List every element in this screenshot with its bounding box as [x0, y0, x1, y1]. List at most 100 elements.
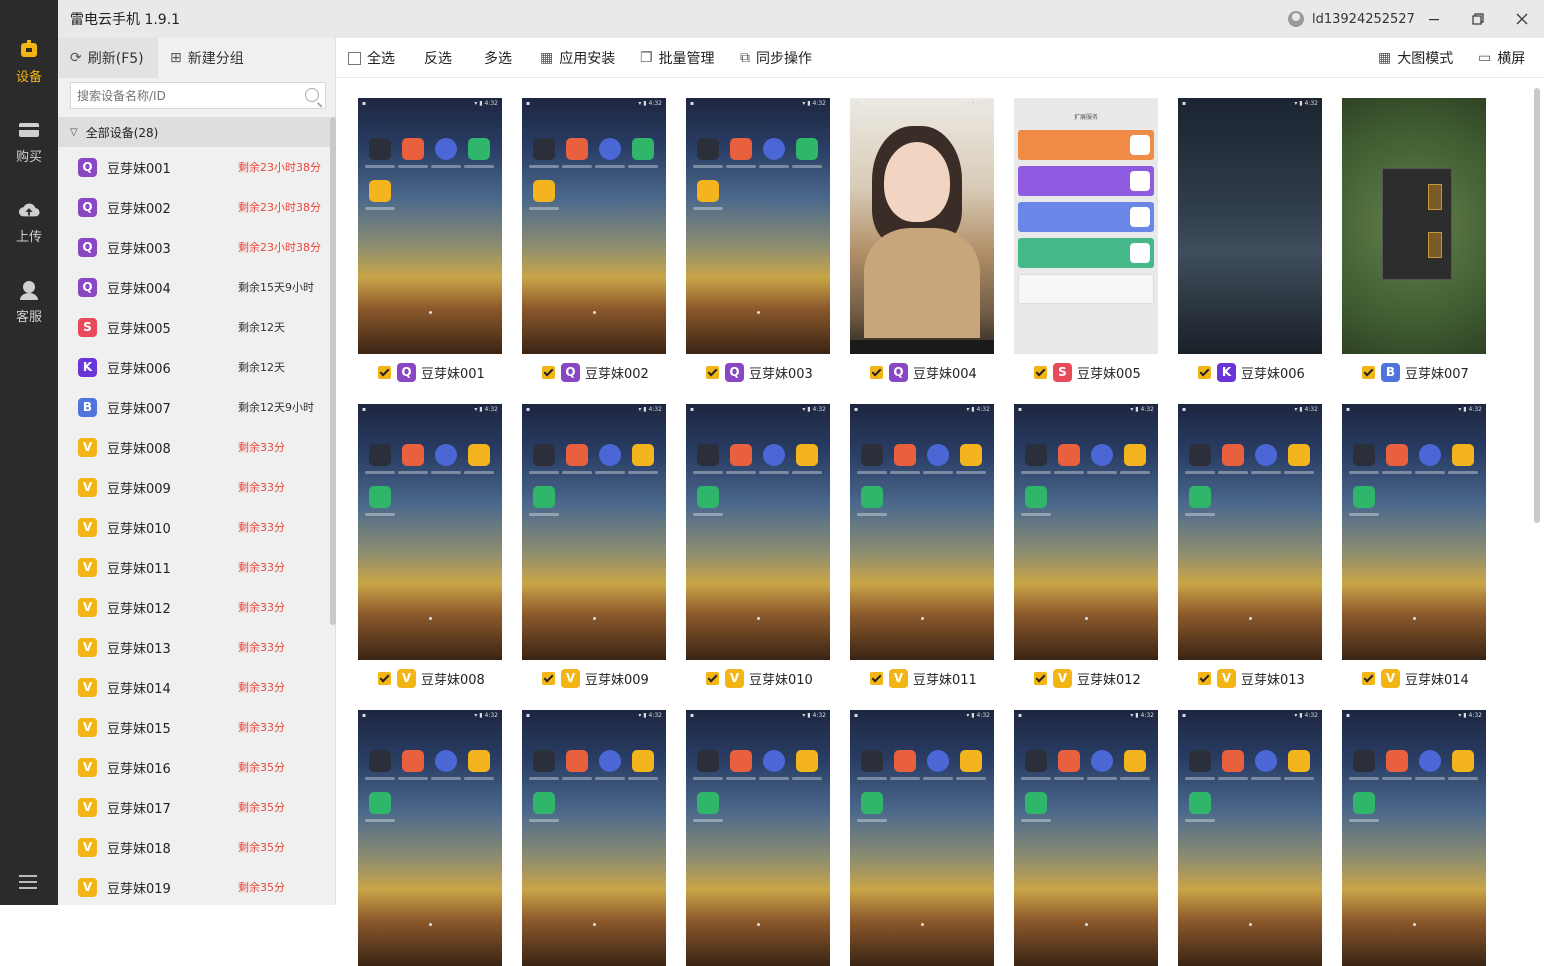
- new-group-button[interactable]: ⊞ 新建分组: [158, 38, 256, 78]
- nav-buy[interactable]: 购买: [0, 110, 58, 174]
- device-list-item[interactable]: V 豆芽妹019 剩余35分: [58, 867, 330, 907]
- device-card[interactable]: ▪ ▾ ▮ 4:32: [850, 710, 994, 966]
- checkbox-checked-icon[interactable]: [378, 365, 391, 379]
- device-list-item[interactable]: B 豆芽妹007 剩余12天9小时: [58, 387, 330, 427]
- device-card[interactable]: ▪ ▾ ▮ 4:32: [522, 710, 666, 966]
- device-list-scrollbar[interactable]: [330, 117, 336, 625]
- device-list-item[interactable]: K 豆芽妹006 剩余12天: [58, 347, 330, 387]
- restore-button[interactable]: [1456, 0, 1500, 38]
- minimize-button[interactable]: [1412, 0, 1456, 38]
- device-screen-preview[interactable]: ▪ ▾ ▮ 4:32: [522, 404, 666, 660]
- device-card[interactable]: ▪ ▾ ▮ 4:32: [1014, 710, 1158, 966]
- select-all-checkbox[interactable]: 全选: [348, 38, 395, 78]
- device-card[interactable]: ▪ ▾ ▮ 4:32 V 豆芽妹009: [522, 404, 666, 696]
- device-list-item[interactable]: V 豆芽妹009 剩余33分: [58, 467, 330, 507]
- checkbox-checked-icon[interactable]: [1362, 365, 1375, 379]
- device-list-item[interactable]: V 豆芽妹012 剩余33分: [58, 587, 330, 627]
- device-screen-preview[interactable]: ▪ ▾ ▮ 4:32: [522, 710, 666, 966]
- device-screen-preview[interactable]: ▪ ▾ ▮ 4:32: [850, 98, 994, 354]
- checkbox-checked-icon[interactable]: [378, 671, 391, 685]
- device-screen-preview[interactable]: ▪ ▾ ▮ 4:32: [850, 710, 994, 966]
- menu-icon[interactable]: [19, 875, 37, 889]
- sync-operation-button[interactable]: ⧉ 同步操作: [740, 38, 812, 78]
- device-screen-preview[interactable]: ▪ ▾ ▮ 4:32: [1178, 710, 1322, 966]
- device-screen-preview[interactable]: ▪ ▾ ▮ 4:32: [358, 710, 502, 966]
- device-list-item[interactable]: Q 豆芽妹004 剩余15天9小时: [58, 267, 330, 307]
- checkbox-checked-icon[interactable]: [870, 671, 883, 685]
- device-card[interactable]: ▪ ▾ ▮ 4:32 V 豆芽妹010: [686, 404, 830, 696]
- user-account[interactable]: ld13924252527: [1288, 0, 1415, 38]
- device-screen-preview[interactable]: ▪ ▾ ▮ 4:32: [1342, 404, 1486, 660]
- device-list-item[interactable]: V 豆芽妹011 剩余33分: [58, 547, 330, 587]
- device-card[interactable]: ▪ ▾ ▮ 4:32: [686, 710, 830, 966]
- app-install-button[interactable]: ▦ 应用安装: [540, 38, 615, 78]
- device-list-item[interactable]: Q 豆芽妹001 剩余23小时38分: [58, 147, 330, 187]
- device-card[interactable]: ▪ ▾ ▮ 4:32 Q 豆芽妹004: [850, 98, 994, 390]
- device-list-item[interactable]: V 豆芽妹014 剩余33分: [58, 667, 330, 707]
- device-card[interactable]: ▪ ▾ ▮ 4:32 V 豆芽妹011: [850, 404, 994, 696]
- device-screen-preview[interactable]: ▪ ▾ ▮ 4:32: [522, 98, 666, 354]
- big-view-mode-button[interactable]: ▦ 大图模式: [1378, 38, 1453, 78]
- device-list-item[interactable]: Q 豆芽妹002 剩余23小时38分: [58, 187, 330, 227]
- device-list-item[interactable]: V 豆芽妹018 剩余35分: [58, 827, 330, 867]
- device-list-item[interactable]: V 豆芽妹017 剩余35分: [58, 787, 330, 827]
- device-list-item[interactable]: Q 豆芽妹003 剩余23小时38分: [58, 227, 330, 267]
- device-card[interactable]: ▪ ▾ ▮ 4:32 Q 豆芽妹001: [358, 98, 502, 390]
- device-screen-preview[interactable]: [1342, 98, 1486, 354]
- device-card[interactable]: ▪ ▾ ▮ 4:32 Q 豆芽妹003: [686, 98, 830, 390]
- device-list-item[interactable]: V 豆芽妹015 剩余33分: [58, 707, 330, 747]
- checkbox-checked-icon[interactable]: [706, 671, 719, 685]
- device-screen-preview[interactable]: ▪ ▾ ▮ 4:32: [358, 98, 502, 354]
- grid-scrollbar[interactable]: [1534, 88, 1540, 523]
- device-card[interactable]: ▪ ▾ ▮ 4:32: [358, 710, 502, 966]
- device-list-item[interactable]: V 豆芽妹008 剩余33分: [58, 427, 330, 467]
- device-type-badge: V: [78, 837, 97, 857]
- device-card[interactable]: 扩展服务 S 豆芽妹005: [1014, 98, 1158, 390]
- checkbox-checked-icon[interactable]: [1362, 671, 1375, 685]
- device-screen-preview[interactable]: ▪ ▾ ▮ 4:32: [1014, 710, 1158, 966]
- device-screen-preview[interactable]: ▪ ▾ ▮ 4:32: [850, 404, 994, 660]
- nav-support[interactable]: 客服: [0, 270, 58, 334]
- checkbox-checked-icon[interactable]: [542, 365, 555, 379]
- device-screen-preview[interactable]: ▪ ▾ ▮ 4:32: [686, 404, 830, 660]
- device-list-item[interactable]: V 豆芽妹013 剩余33分: [58, 627, 330, 667]
- device-list-item[interactable]: V 豆芽妹010 剩余33分: [58, 507, 330, 547]
- device-screen-preview[interactable]: ▪ ▾ ▮ 4:32: [358, 404, 502, 660]
- search-input[interactable]: [71, 83, 296, 108]
- device-screen-preview[interactable]: ▪ ▾ ▮ 4:32: [1014, 404, 1158, 660]
- multi-select-button[interactable]: 多选: [484, 38, 512, 78]
- checkbox-checked-icon[interactable]: [1198, 671, 1211, 685]
- search-icon[interactable]: [305, 88, 319, 102]
- device-screen-preview[interactable]: ▪ ▾ ▮ 4:32: [1178, 404, 1322, 660]
- device-card[interactable]: ▪ ▾ ▮ 4:32 V 豆芽妹012: [1014, 404, 1158, 696]
- device-screen-preview[interactable]: 扩展服务: [1014, 98, 1158, 354]
- device-screen-preview[interactable]: ▪ ▾ ▮ 4:32: [686, 710, 830, 966]
- device-card[interactable]: ▪ ▾ ▮ 4:32 Q 豆芽妹002: [522, 98, 666, 390]
- device-card[interactable]: ▪ ▾ ▮ 4:32 V 豆芽妹014: [1342, 404, 1486, 696]
- device-screen-preview[interactable]: ▪ ▾ ▮ 4:32: [1178, 98, 1322, 354]
- checkbox-checked-icon[interactable]: [706, 365, 719, 379]
- device-card[interactable]: B 豆芽妹007: [1342, 98, 1486, 390]
- checkbox-checked-icon[interactable]: [870, 365, 883, 379]
- nav-device[interactable]: 设备: [0, 30, 58, 94]
- close-button[interactable]: [1500, 0, 1544, 38]
- checkbox-checked-icon[interactable]: [1034, 671, 1047, 685]
- invert-selection-button[interactable]: 反选: [424, 38, 452, 78]
- device-list-item[interactable]: V 豆芽妹016 剩余35分: [58, 747, 330, 787]
- device-card[interactable]: ▪ ▾ ▮ 4:32 K 豆芽妹006: [1178, 98, 1322, 390]
- device-screen-preview[interactable]: ▪ ▾ ▮ 4:32: [686, 98, 830, 354]
- checkbox-checked-icon[interactable]: [1198, 365, 1211, 379]
- device-card[interactable]: ▪ ▾ ▮ 4:32 V 豆芽妹013: [1178, 404, 1322, 696]
- nav-upload[interactable]: 上传: [0, 190, 58, 254]
- group-all-devices[interactable]: ▽ 全部设备(28): [58, 117, 330, 147]
- batch-manage-button[interactable]: ❐ 批量管理: [640, 38, 715, 78]
- refresh-button[interactable]: ⟳ 刷新(F5): [58, 38, 158, 78]
- device-card[interactable]: ▪ ▾ ▮ 4:32 V 豆芽妹008: [358, 404, 502, 696]
- device-list-item[interactable]: S 豆芽妹005 剩余12天: [58, 307, 330, 347]
- device-card[interactable]: ▪ ▾ ▮ 4:32: [1342, 710, 1486, 966]
- checkbox-checked-icon[interactable]: [1034, 365, 1047, 379]
- checkbox-checked-icon[interactable]: [542, 671, 555, 685]
- device-card[interactable]: ▪ ▾ ▮ 4:32: [1178, 710, 1322, 966]
- device-screen-preview[interactable]: ▪ ▾ ▮ 4:32: [1342, 710, 1486, 966]
- landscape-button[interactable]: ▭ 横屏: [1478, 38, 1525, 78]
